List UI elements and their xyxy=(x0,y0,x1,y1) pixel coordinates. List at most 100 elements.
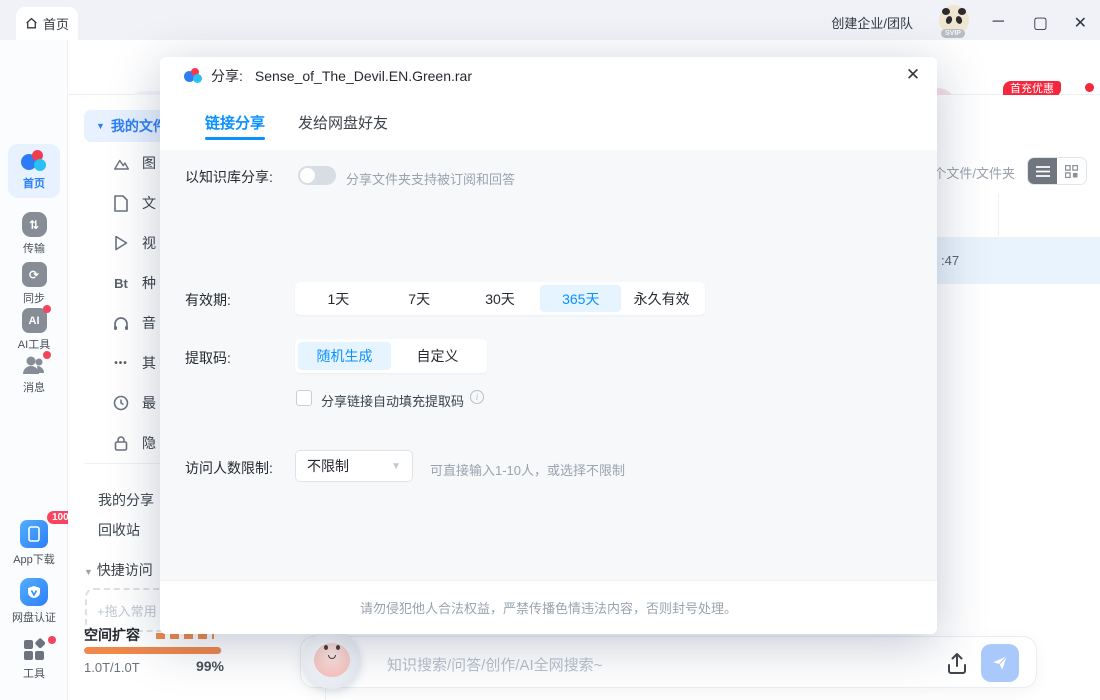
tree-label: 文 xyxy=(142,193,156,213)
create-team-link[interactable]: 创建企业/团队 xyxy=(831,13,913,32)
sidebar-item-messages[interactable]: 消息 xyxy=(0,354,68,395)
code-option-custom[interactable]: 自定义 xyxy=(391,342,484,370)
tree-label: 最 xyxy=(142,393,156,413)
paper-plane-icon xyxy=(991,654,1009,672)
sidebar-item-home[interactable]: 首页 xyxy=(0,150,68,191)
mascot-eye-left xyxy=(324,645,328,650)
netdisk-logo-icon xyxy=(21,150,47,172)
list-view-button[interactable] xyxy=(1028,158,1057,184)
validity-option-permanent[interactable]: 永久有效 xyxy=(621,285,702,312)
my-share-link[interactable]: 我的分享 xyxy=(98,490,154,510)
tab-home[interactable]: 首页 xyxy=(16,7,78,40)
caret-down-icon: ▼ xyxy=(96,121,105,131)
autofill-row: 分享链接自动填充提取码 i xyxy=(160,390,937,410)
limit-dropdown[interactable]: 不限制 ▼ xyxy=(295,450,413,482)
space-expand-label[interactable]: 空间扩容 xyxy=(84,625,140,645)
tree-label: 种 xyxy=(142,273,156,293)
quick-access-section[interactable]: ▼ 快捷访问 xyxy=(84,560,153,580)
messages-red-dot xyxy=(43,351,51,359)
headphones-icon xyxy=(112,314,130,332)
picture-icon xyxy=(112,154,130,172)
tab-link-share[interactable]: 链接分享 xyxy=(205,112,265,133)
limit-value: 不限制 xyxy=(307,456,349,476)
document-icon xyxy=(112,194,130,212)
sidebar-item-transfer[interactable]: ⇅ 传输 xyxy=(0,212,68,256)
sidebar-label-certification: 网盘认证 xyxy=(0,609,68,625)
tab-send-to-friend[interactable]: 发给网盘好友 xyxy=(298,112,388,133)
send-button[interactable] xyxy=(981,644,1019,682)
active-tab-underline xyxy=(205,137,265,140)
sidebar-label-messages: 消息 xyxy=(0,379,68,395)
grid-view-icon xyxy=(1065,165,1078,178)
autofill-checkbox[interactable] xyxy=(296,390,312,406)
sidebar-label-ai-tools: AI工具 xyxy=(0,336,68,352)
recycle-bin-link[interactable]: 回收站 xyxy=(98,520,140,540)
sidebar: 首页 ⇅ 传输 ⟳ 同步 AI AI工具 消息 100G App下载 网盘认证 xyxy=(0,40,68,700)
knowledge-share-toggle[interactable] xyxy=(298,166,336,185)
tree-label: 视 xyxy=(142,233,156,253)
avatar[interactable]: SVIP xyxy=(939,5,969,35)
chevron-down-icon: ▼ xyxy=(391,461,401,472)
file-count-text: 个文件/文件夹 xyxy=(933,163,1015,182)
toggle-knob xyxy=(300,168,315,183)
app-download-icon: 100G xyxy=(20,520,48,548)
tree-item-videos[interactable]: 视 xyxy=(112,233,156,253)
tree-item-documents[interactable]: 文 xyxy=(112,193,156,213)
sidebar-item-sync[interactable]: ⟳ 同步 xyxy=(0,262,68,306)
minimize-button[interactable]: ─ xyxy=(993,13,1004,31)
dialog-close-icon[interactable]: ✕ xyxy=(904,66,922,84)
sidebar-item-ai-tools[interactable]: AI AI工具 xyxy=(0,308,68,352)
tree-item-recent[interactable]: 最 xyxy=(112,393,156,413)
column-divider xyxy=(998,194,999,236)
close-window-button[interactable]: ✕ xyxy=(1074,13,1087,33)
tree-label: 图 xyxy=(142,153,156,173)
caret-down-gray-icon: ▼ xyxy=(84,567,93,577)
code-options: 随机生成 自定义 xyxy=(295,339,487,373)
messages-icon xyxy=(21,354,47,376)
sidebar-item-app-download[interactable]: 100G App下载 xyxy=(0,520,68,567)
code-option-random[interactable]: 随机生成 xyxy=(298,342,391,370)
limit-hint: 可直接输入1-10人，或选择不限制 xyxy=(430,460,625,479)
ai-search-placeholder[interactable]: 知识搜索/问答/创作/AI全网搜索~ xyxy=(387,654,602,675)
sidebar-label-transfer: 传输 xyxy=(0,240,68,256)
tree-item-hidden-space[interactable]: 隐 xyxy=(112,433,156,453)
validity-option-1day[interactable]: 1天 xyxy=(298,285,379,312)
tree-label: 音 xyxy=(142,313,156,333)
validity-option-30days[interactable]: 30天 xyxy=(460,285,541,312)
my-files-label: 我的文件 xyxy=(111,116,167,136)
panda-eye-right xyxy=(955,15,963,25)
share-dialog: 分享: Sense_of_The_Devil.EN.Green.rar ✕ 链接… xyxy=(160,57,937,634)
sidebar-item-tools[interactable]: 工具 xyxy=(0,638,68,681)
validity-options: 1天 7天 30天 365天 永久有效 xyxy=(295,282,705,315)
validity-row: 有效期: 1天 7天 30天 365天 永久有效 xyxy=(160,280,937,320)
ai-search-bar[interactable]: 知识搜索/问答/创作/AI全网搜索~ xyxy=(300,636,1037,688)
view-toggle[interactable] xyxy=(1027,157,1087,185)
tree-item-pictures[interactable]: 图 xyxy=(112,153,156,173)
storage-usage-text: 1.0T/1.0T xyxy=(84,660,140,675)
svip-badge: SVIP xyxy=(941,29,965,38)
maximize-button[interactable]: ▢ xyxy=(1033,13,1048,33)
info-icon[interactable]: i xyxy=(470,390,484,404)
tree-item-other[interactable]: ••• 其 xyxy=(112,353,156,373)
sidebar-item-certification[interactable]: 网盘认证 xyxy=(0,578,68,625)
quick-access-label: 快捷访问 xyxy=(97,562,153,578)
sidebar-label-home: 首页 xyxy=(0,175,68,191)
tree-label: 隐 xyxy=(142,433,156,453)
grid-view-button[interactable] xyxy=(1057,158,1086,184)
panda-ear-left xyxy=(942,8,950,15)
home-icon xyxy=(25,17,38,30)
sync-icon: ⟳ xyxy=(22,262,47,287)
code-row: 提取码: 随机生成 自定义 xyxy=(160,336,937,376)
upload-icon[interactable] xyxy=(946,651,968,675)
tree-label: 其 xyxy=(142,353,156,373)
dialog-title-prefix: 分享: xyxy=(211,66,243,86)
validity-option-365days[interactable]: 365天 xyxy=(540,285,621,312)
tools-icon xyxy=(22,638,46,662)
storage-percent: 99% xyxy=(186,658,224,674)
tree-item-torrents[interactable]: Bt 种 xyxy=(112,273,156,293)
tree-item-audio[interactable]: 音 xyxy=(112,313,156,333)
share-dialog-logo-icon xyxy=(184,68,202,84)
validity-option-7days[interactable]: 7天 xyxy=(379,285,460,312)
tab-home-label: 首页 xyxy=(43,14,69,33)
dialog-footer-warning: 请勿侵犯他人合法权益，严禁传播色情违法内容，否则封号处理。 xyxy=(160,580,937,634)
